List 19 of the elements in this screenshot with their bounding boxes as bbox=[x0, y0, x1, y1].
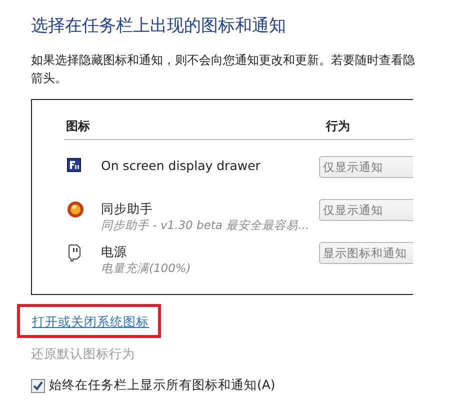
app-name: 同步助手 bbox=[101, 200, 154, 218]
page-title: 选择在任务栏上出现的图标和通知 bbox=[31, 15, 287, 37]
checkbox[interactable] bbox=[31, 378, 45, 392]
app-name: On screen display drawer bbox=[101, 157, 262, 173]
behavior-dropdown[interactable]: 显示图标和通知 bbox=[319, 242, 413, 264]
column-header: 行为 bbox=[326, 118, 351, 135]
orb-icon bbox=[67, 201, 84, 218]
column-header: 图标 bbox=[66, 118, 91, 135]
description-text: 如果选择隐藏图标和通知，则不会向您通知更改和更新。若要随时查看隐 箭头。 bbox=[31, 52, 416, 87]
app-detail: 同步助手 - v1.30 beta 最安全最容易... bbox=[101, 218, 310, 233]
app-name: 电源 bbox=[101, 243, 128, 261]
plug-icon bbox=[67, 244, 83, 262]
app-detail: 电量充满(100%) bbox=[101, 261, 192, 276]
behavior-dropdown[interactable]: 仅显示通知 bbox=[319, 199, 413, 221]
app-icon bbox=[67, 158, 81, 172]
checkbox-label: 始终在任务栏上显示所有图标和通知(A) bbox=[49, 377, 276, 394]
behavior-dropdown[interactable]: 仅显示通知 bbox=[319, 156, 413, 178]
system-icons-link[interactable]: 打开或关闭系统图标 bbox=[32, 314, 149, 329]
always-show-checkbox[interactable]: 始终在任务栏上显示所有图标和通知(A) bbox=[31, 377, 452, 394]
